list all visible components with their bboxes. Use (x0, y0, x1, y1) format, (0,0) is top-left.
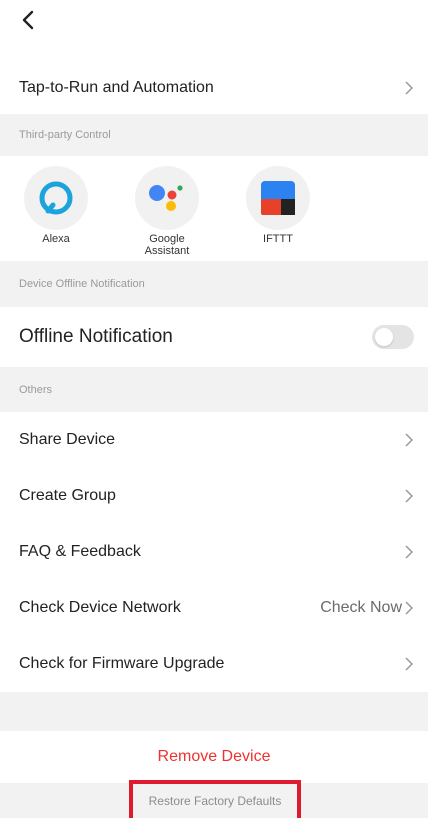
offline-section-header: Device Offline Notification (0, 261, 428, 307)
offline-section-title: Device Offline Notification (19, 278, 145, 290)
third-party-control-list: Alexa Google Assistant IFTTT (0, 156, 428, 261)
spacer-section (0, 692, 428, 731)
toggle-knob (375, 328, 393, 346)
alexa-item[interactable]: Alexa (11, 166, 101, 245)
google-assistant-label: Google Assistant (144, 233, 190, 257)
chevron-right-icon (405, 545, 414, 559)
chevron-right-icon (405, 489, 414, 503)
alexa-label: Alexa (42, 233, 70, 245)
check-now-value: Check Now (320, 599, 402, 616)
share-device-label: Share Device (19, 431, 116, 448)
faq-feedback-label: FAQ & Feedback (19, 543, 141, 560)
offline-notification-toggle[interactable] (372, 325, 414, 349)
alexa-icon (39, 181, 73, 215)
ifttt-item[interactable]: IFTTT (233, 166, 323, 245)
tap-to-run-row[interactable]: Tap-to-Run and Automation (0, 62, 428, 114)
offline-notification-label: Offline Notification (19, 326, 173, 347)
restore-factory-defaults-button[interactable]: Restore Factory Defaults (129, 780, 301, 818)
others-section-title: Others (19, 383, 53, 396)
back-button[interactable] (14, 6, 42, 34)
create-group-label: Create Group (19, 487, 116, 504)
offline-notification-row: Offline Notification (0, 307, 428, 367)
ifttt-icon (261, 181, 295, 215)
create-group-row[interactable]: Create Group (0, 468, 428, 524)
google-assistant-item[interactable]: Google Assistant (122, 166, 212, 257)
share-device-row[interactable]: Share Device (0, 412, 428, 468)
remove-device-button[interactable]: Remove Device (0, 731, 428, 783)
chevron-right-icon (405, 601, 414, 615)
google-assistant-icon (149, 185, 183, 211)
check-device-network-label: Check Device Network (19, 599, 181, 616)
chevron-right-icon (405, 81, 414, 95)
firmware-upgrade-row[interactable]: Check for Firmware Upgrade (0, 636, 428, 692)
faq-feedback-row[interactable]: FAQ & Feedback (0, 524, 428, 580)
tap-to-run-label: Tap-to-Run and Automation (19, 79, 214, 96)
ifttt-icon-circle (246, 166, 310, 230)
chevron-right-icon (405, 657, 414, 671)
device-settings-page: Tap-to-Run and Automation Third-party Co… (0, 0, 428, 818)
chevron-left-icon (22, 10, 34, 30)
restore-factory-defaults-label: Restore Factory Defaults (148, 794, 282, 808)
ifttt-label: IFTTT (263, 233, 293, 245)
third-party-section-title: Third-party Control (19, 129, 111, 141)
check-device-network-row[interactable]: Check Device Network Check Now (0, 580, 428, 636)
google-assistant-icon-circle (135, 166, 199, 230)
remove-device-label: Remove Device (157, 748, 271, 765)
others-section-header: Others (0, 367, 428, 412)
alexa-icon-circle (24, 166, 88, 230)
chevron-right-icon (405, 433, 414, 447)
third-party-section-header: Third-party Control (0, 114, 428, 156)
firmware-upgrade-label: Check for Firmware Upgrade (19, 655, 225, 672)
